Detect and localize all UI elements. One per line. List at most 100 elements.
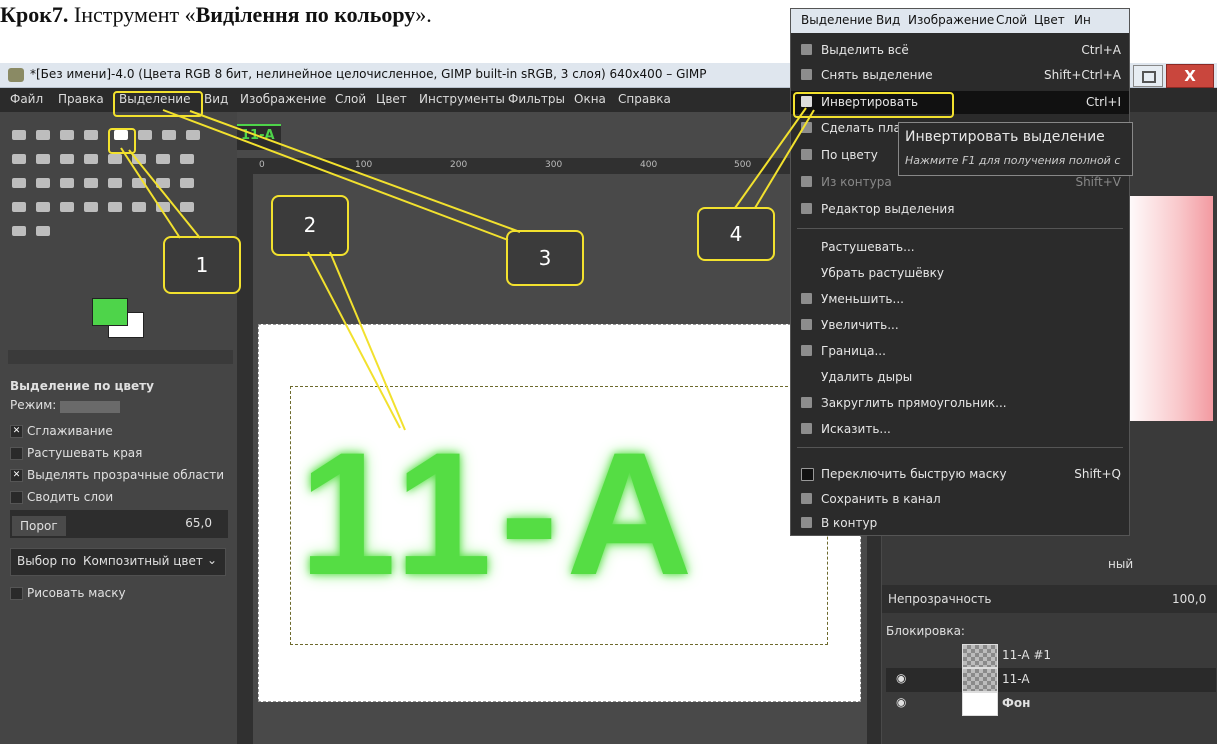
checkbox-checked-icon[interactable]: ✕ — [10, 469, 23, 482]
zoom-icon[interactable] — [12, 154, 26, 164]
eye-icon[interactable]: ◉ — [896, 695, 906, 709]
menu-item-rounded-rect[interactable]: Закруглить прямоугольник... — [791, 392, 1129, 415]
blur-icon[interactable] — [36, 226, 50, 236]
scissors-icon[interactable] — [138, 130, 152, 140]
menu-help[interactable]: Справка — [618, 92, 671, 106]
tooltip-hint: Нажмите F1 для получения полной с — [905, 154, 1121, 167]
menu-item-quick-mask[interactable]: Переключить быструю маску Shift+Q — [791, 463, 1129, 486]
ink-icon[interactable] — [108, 202, 122, 212]
airbrush-icon[interactable] — [84, 202, 98, 212]
measure-icon[interactable] — [36, 154, 50, 164]
menu-tools[interactable]: Инструменты — [419, 92, 505, 106]
checkbox-icon[interactable] — [10, 491, 23, 504]
dropdown-menubar: Выделение Вид Изображение Слой Цвет Ин — [791, 9, 1129, 33]
bucket-fill-icon[interactable] — [108, 178, 122, 188]
menu-item-distort[interactable]: Исказить... — [791, 418, 1129, 441]
script-icon — [801, 423, 812, 434]
unified-transform-icon[interactable] — [60, 178, 74, 188]
feather-label: Растушевать края — [27, 446, 143, 460]
mode-buttons[interactable] — [60, 401, 120, 413]
crop-icon[interactable] — [108, 154, 122, 164]
cage-icon[interactable] — [36, 178, 50, 188]
clone-icon[interactable] — [132, 202, 146, 212]
menu-item-label: Сохранить в канал — [821, 492, 941, 506]
draw-mask-option[interactable]: Рисовать маску — [10, 586, 126, 600]
menu-select[interactable]: Выделение — [801, 13, 872, 27]
menu-item-select-all[interactable]: Выделить всё Ctrl+A — [791, 39, 1129, 62]
menu-color[interactable]: Цвет — [1034, 13, 1065, 27]
selection-editor-icon — [801, 203, 812, 214]
menu-item-select-none[interactable]: Снять выделение Shift+Ctrl+A — [791, 64, 1129, 87]
menu-item-to-path[interactable]: В контур — [791, 512, 1129, 535]
gimp-logo-icon — [8, 68, 24, 82]
menu-filters[interactable]: Фильтры — [508, 92, 565, 106]
menu-image[interactable]: Изображение — [240, 92, 326, 106]
menu-color[interactable]: Цвет — [376, 92, 407, 106]
close-button[interactable]: X — [1166, 64, 1214, 88]
gradient-icon[interactable] — [180, 178, 194, 188]
window-title: *[Без имени]-4.0 (Цвета RGB 8 бит, нелин… — [30, 67, 707, 81]
rect-select-icon[interactable] — [12, 130, 26, 140]
menu-image[interactable]: Изображение — [908, 13, 994, 27]
feather-option[interactable]: Растушевать края — [10, 446, 142, 460]
menu-view[interactable]: Вид — [204, 92, 228, 106]
mode-fragment[interactable]: ный — [1108, 557, 1133, 571]
paths-icon[interactable] — [186, 130, 200, 140]
move-icon[interactable] — [60, 154, 74, 164]
transparent-option[interactable]: ✕ Выделять прозрачные области — [10, 468, 224, 482]
menu-file[interactable]: Файл — [10, 92, 43, 106]
menu-item-border[interactable]: Граница... — [791, 340, 1129, 363]
restore-button[interactable] — [1133, 65, 1163, 87]
foreground-color-swatch[interactable] — [92, 298, 128, 326]
menu-windows[interactable]: Окна — [574, 92, 606, 106]
heal-icon[interactable] — [156, 202, 170, 212]
shrink-icon — [801, 293, 812, 304]
smudge-icon[interactable] — [12, 226, 26, 236]
text-tool-icon[interactable] — [132, 178, 146, 188]
menu-item-feather[interactable]: Растушевать... — [791, 236, 1129, 259]
handle-transform-icon[interactable] — [84, 178, 98, 188]
color-picker-icon[interactable] — [156, 178, 170, 188]
image-tab[interactable]: 11-A — [237, 124, 281, 150]
warp-icon[interactable] — [12, 178, 26, 188]
checkbox-checked-icon[interactable]: ✕ — [10, 425, 23, 438]
pencil-icon[interactable] — [12, 202, 26, 212]
image-canvas[interactable]: 11-A — [258, 324, 861, 702]
align-icon[interactable] — [84, 154, 98, 164]
menu-item-save-to-channel[interactable]: Сохранить в канал — [791, 488, 1129, 511]
menu-item-sharpen[interactable]: Убрать растушёвку — [791, 262, 1129, 285]
layer-row[interactable]: ◉ 11-A — [886, 668, 1216, 692]
fuzzy-select-icon[interactable] — [84, 130, 98, 140]
sample-merged-option[interactable]: Сводить слои — [10, 490, 113, 504]
menu-view[interactable]: Вид — [876, 13, 900, 27]
menu-item-label: По цвету — [821, 148, 878, 162]
menu-item-shrink[interactable]: Уменьшить... — [791, 288, 1129, 311]
dodge-icon[interactable] — [180, 202, 194, 212]
flip-icon[interactable] — [180, 154, 194, 164]
threshold-slider[interactable]: Порог 65,0 — [10, 510, 228, 538]
menu-item-selection-editor[interactable]: Редактор выделения — [791, 198, 1129, 221]
menu-layer[interactable]: Слой — [996, 13, 1027, 27]
select-by-dropdown[interactable]: Выбор по Композитный цвет ⌄ — [10, 548, 226, 576]
text-icon[interactable] — [132, 154, 146, 164]
opacity-slider[interactable]: Непрозрачность 100,0 — [882, 585, 1217, 613]
lasso-icon[interactable] — [60, 130, 74, 140]
eye-icon[interactable]: ◉ — [896, 671, 906, 685]
paintbrush-icon[interactable] — [36, 202, 50, 212]
eraser-icon[interactable] — [60, 202, 74, 212]
menu-layer[interactable]: Слой — [335, 92, 366, 106]
transform-icon[interactable] — [156, 154, 170, 164]
menu-item-remove-holes[interactable]: Удалить дыры — [791, 366, 1129, 389]
ellipse-select-icon[interactable] — [36, 130, 50, 140]
checkbox-icon[interactable] — [10, 447, 23, 460]
ruler-label: 500 — [734, 160, 752, 170]
menu-tools[interactable]: Ин — [1074, 13, 1091, 27]
menu-edit[interactable]: Правка — [58, 92, 104, 106]
layer-row[interactable]: 11-A #1 — [886, 644, 1216, 668]
layer-row[interactable]: ◉ Фон — [886, 692, 1216, 716]
foreground-select-icon[interactable] — [162, 130, 176, 140]
menu-item-grow[interactable]: Увеличить... — [791, 314, 1129, 337]
antialias-option[interactable]: ✕ Сглаживание — [10, 424, 113, 438]
tooltip: Инвертировать выделение Нажмите F1 для п… — [898, 122, 1133, 176]
checkbox-icon[interactable] — [10, 587, 23, 600]
